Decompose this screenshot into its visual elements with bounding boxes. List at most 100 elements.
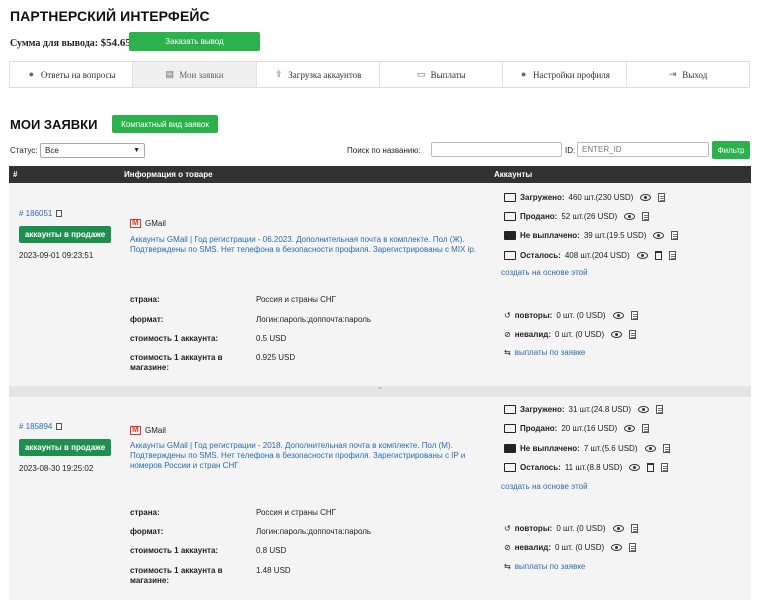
compact-view-button[interactable]: Компактный вид заявок bbox=[112, 115, 218, 133]
eye-icon[interactable] bbox=[611, 544, 623, 551]
file-icon[interactable] bbox=[630, 311, 638, 320]
shop-cost-label: стоимость 1 аккаунта в магазине: bbox=[130, 353, 223, 372]
col-accounts: Аккаунты bbox=[494, 170, 533, 179]
tab-answers[interactable]: ● Ответы на вопросы bbox=[10, 62, 134, 87]
payout-icon: ⇆ bbox=[504, 348, 511, 357]
file-icon[interactable] bbox=[671, 231, 679, 240]
gmail-icon bbox=[130, 425, 141, 435]
unpaid-label: Не выплачено: bbox=[520, 444, 580, 453]
shop-cost-value: 1.48 USD bbox=[256, 566, 291, 575]
cost-value: 0.5 USD bbox=[256, 334, 287, 343]
loaded-label: Загружено: bbox=[520, 193, 565, 202]
left-value: 408 шт.(204 USD) bbox=[564, 251, 630, 260]
col-product-info: Информация о товаре bbox=[124, 170, 213, 179]
product-name: GMail bbox=[130, 425, 166, 435]
invalid-row: ⊘ невалид: 0 шт. (0 USD) bbox=[504, 330, 637, 339]
copy-icon[interactable] bbox=[56, 423, 63, 430]
eye-icon[interactable] bbox=[638, 406, 650, 413]
file-icon[interactable] bbox=[629, 543, 637, 552]
payouts-link[interactable]: выплаты по заявке bbox=[515, 348, 586, 357]
logout-icon: ⇥ bbox=[669, 69, 677, 79]
country-value: Россия и страны СНГ bbox=[256, 295, 336, 304]
id-input[interactable]: ENTER_ID bbox=[577, 142, 709, 157]
file-icon[interactable] bbox=[642, 212, 650, 221]
eye-icon[interactable] bbox=[612, 525, 624, 532]
repeats-row: ↺ повторы: 0 шт. (0 USD) bbox=[504, 524, 638, 533]
payouts-row: ⇆ выплаты по заявке bbox=[504, 562, 585, 571]
create-based-link[interactable]: создать на основе этой bbox=[501, 482, 588, 491]
tab-upload-accounts[interactable]: ⇪ Загрузка аккаунтов bbox=[257, 62, 380, 87]
status-badge: аккаунты в продаже bbox=[19, 439, 111, 456]
battery-full-icon bbox=[504, 405, 516, 414]
user-icon: ● bbox=[520, 69, 527, 79]
product-description[interactable]: Аккаунты GMail | Год регистрации - 2018.… bbox=[130, 441, 480, 471]
eye-icon[interactable] bbox=[636, 252, 648, 259]
eye-icon[interactable] bbox=[624, 213, 636, 220]
left-value: 11 шт.(8.8 USD) bbox=[564, 463, 623, 472]
invalid-value: 0 шт. (0 USD) bbox=[555, 330, 605, 339]
section-title: МОИ ЗАЯВКИ bbox=[10, 117, 98, 132]
chat-icon: ● bbox=[28, 69, 35, 79]
order-id-link[interactable]: # 186051 bbox=[19, 209, 63, 218]
collapse-toggle[interactable]: ⌃ bbox=[9, 386, 751, 397]
search-input[interactable] bbox=[431, 142, 562, 157]
search-label: Поиск по названию: bbox=[347, 146, 421, 155]
eye-icon[interactable] bbox=[611, 331, 623, 338]
chevron-down-icon: ▼ bbox=[133, 147, 140, 154]
battery-half-icon bbox=[504, 424, 516, 433]
sold-label: Продано: bbox=[520, 212, 558, 221]
filter-button[interactable]: Фильтр bbox=[712, 141, 750, 159]
file-icon[interactable] bbox=[668, 251, 676, 260]
file-icon[interactable] bbox=[662, 444, 670, 453]
sold-row: Продано: 52 шт.(26 USD) bbox=[504, 212, 650, 221]
battery-low-icon bbox=[504, 463, 516, 472]
cost-value: 0.8 USD bbox=[256, 546, 287, 555]
unpaid-row: Не выплачено: 7 шт.(5.6 USD) bbox=[504, 444, 670, 453]
payouts-link[interactable]: выплаты по заявке bbox=[515, 562, 586, 571]
sold-label: Продано: bbox=[520, 424, 558, 433]
repeats-value: 0 шт. (0 USD) bbox=[556, 311, 606, 320]
withdraw-button[interactable]: Заказать вывод bbox=[129, 32, 260, 51]
format-value: Логин:пароль:доппочта:пароль bbox=[256, 527, 372, 536]
eye-icon[interactable] bbox=[629, 464, 641, 471]
eye-icon[interactable] bbox=[624, 425, 636, 432]
loaded-label: Загружено: bbox=[520, 405, 565, 414]
sum-label: Сумма для вывода: bbox=[10, 38, 99, 49]
file-icon[interactable] bbox=[656, 405, 664, 414]
eye-icon[interactable] bbox=[612, 312, 624, 319]
file-icon[interactable] bbox=[658, 193, 666, 202]
ban-icon: ⊘ bbox=[504, 543, 511, 552]
product-description[interactable]: Аккаунты GMail | Год регистрации - 06.20… bbox=[130, 235, 480, 255]
repeats-value: 0 шт. (0 USD) bbox=[556, 524, 606, 533]
trash-icon[interactable] bbox=[654, 251, 662, 260]
tab-label: Мои заявки bbox=[179, 69, 224, 80]
copy-icon[interactable] bbox=[56, 210, 63, 217]
eye-icon[interactable] bbox=[653, 232, 665, 239]
status-select[interactable]: Все ▼ bbox=[40, 143, 145, 158]
order-id-link[interactable]: # 185894 bbox=[19, 422, 63, 431]
create-based-link[interactable]: создать на основе этой bbox=[501, 268, 588, 277]
tab-label: Ответы на вопросы bbox=[40, 69, 116, 80]
tab-profile-settings[interactable]: ● Настройки профиля bbox=[503, 62, 627, 87]
payout-icon: ⇆ bbox=[504, 562, 511, 571]
eye-icon[interactable] bbox=[640, 194, 652, 201]
tab-my-orders[interactable]: ▤ Мои заявки bbox=[133, 62, 257, 87]
nav-tabs: ● Ответы на вопросы ▤ Мои заявки ⇪ Загру… bbox=[9, 61, 750, 88]
withdraw-sum: Сумма для вывода: $54.65 bbox=[10, 37, 131, 49]
tab-label: Выход bbox=[682, 69, 708, 80]
file-icon[interactable] bbox=[661, 463, 669, 472]
money-icon bbox=[504, 231, 516, 240]
id-label: ID: bbox=[565, 146, 576, 155]
format-value: Логин:пароль:доппочта:пароль bbox=[256, 315, 372, 324]
eye-icon[interactable] bbox=[644, 445, 656, 452]
battery-half-icon bbox=[504, 212, 516, 221]
trash-icon[interactable] bbox=[647, 463, 655, 472]
product-label: GMail bbox=[145, 219, 166, 228]
tab-logout[interactable]: ⇥ Выход bbox=[627, 62, 749, 87]
file-icon[interactable] bbox=[630, 524, 638, 533]
order-date: 2023-09-01 09:23:51 bbox=[19, 251, 94, 260]
tab-label: Загрузка аккаунтов bbox=[288, 69, 362, 80]
tab-payouts[interactable]: ▭ Выплаты bbox=[380, 62, 504, 87]
file-icon[interactable] bbox=[629, 330, 637, 339]
file-icon[interactable] bbox=[642, 424, 650, 433]
